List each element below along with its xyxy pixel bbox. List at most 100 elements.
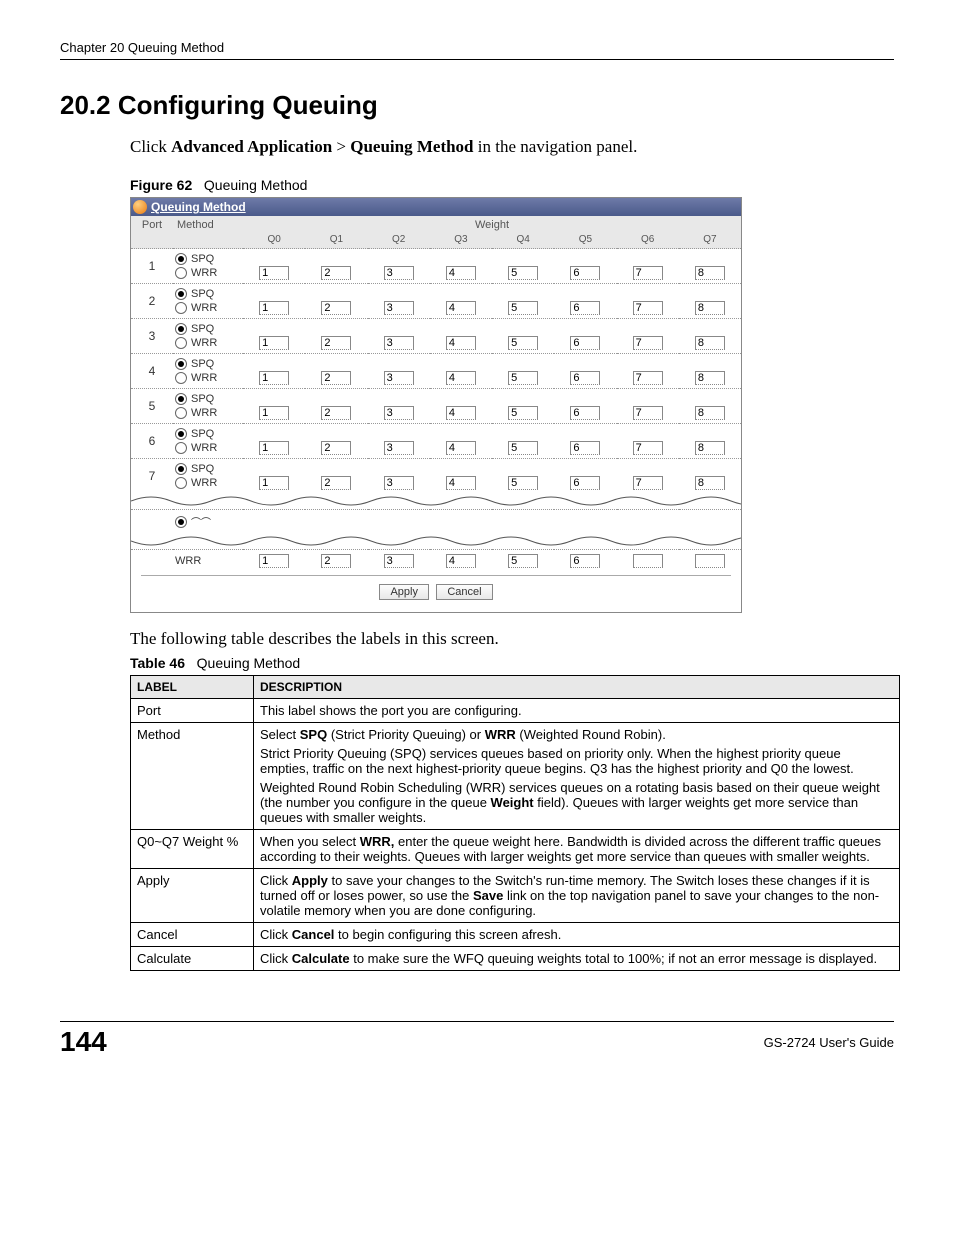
weight-input[interactable]	[695, 336, 725, 350]
weight-input[interactable]	[259, 406, 289, 420]
weight-cell	[554, 459, 616, 494]
weight-input[interactable]	[446, 476, 476, 490]
weight-input[interactable]	[446, 554, 476, 568]
radio-wrr[interactable]	[175, 442, 187, 454]
weight-input[interactable]	[384, 371, 414, 385]
weight-input[interactable]	[695, 441, 725, 455]
radio-spq[interactable]	[175, 516, 187, 528]
weight-input[interactable]	[446, 371, 476, 385]
weight-input[interactable]	[695, 266, 725, 280]
weight-input[interactable]	[259, 266, 289, 280]
weight-input[interactable]	[633, 266, 663, 280]
apply-button[interactable]: Apply	[379, 584, 429, 600]
spq-label: SPQ	[191, 393, 214, 405]
weight-input[interactable]	[570, 301, 600, 315]
desc-paragraph: Click Cancel to begin configuring this s…	[260, 927, 893, 942]
weight-input[interactable]	[321, 441, 351, 455]
weight-input[interactable]	[384, 336, 414, 350]
col-desc-head: DESCRIPTION	[254, 676, 900, 699]
weight-input[interactable]	[633, 406, 663, 420]
weight-cell	[492, 424, 554, 459]
weight-input[interactable]	[508, 554, 538, 568]
weight-cell	[554, 354, 616, 389]
radio-spq[interactable]	[175, 323, 187, 335]
radio-wrr[interactable]	[175, 407, 187, 419]
weight-input[interactable]	[570, 476, 600, 490]
desc-paragraph: This label shows the port you are config…	[260, 703, 893, 718]
desc-cell: This label shows the port you are config…	[254, 699, 900, 723]
weight-input[interactable]	[570, 266, 600, 280]
torn-spq-fragment: ⌒⌒	[191, 514, 211, 529]
spq-label: SPQ	[191, 288, 214, 300]
radio-wrr[interactable]	[175, 477, 187, 489]
weight-input[interactable]	[259, 441, 289, 455]
weight-input[interactable]	[633, 441, 663, 455]
radio-spq[interactable]	[175, 253, 187, 265]
weight-input[interactable]	[321, 266, 351, 280]
weight-input[interactable]	[259, 554, 289, 568]
weight-input[interactable]	[384, 476, 414, 490]
weight-input[interactable]	[633, 336, 663, 350]
table-row: CalculateClick Calculate to make sure th…	[131, 947, 900, 971]
weight-cell	[430, 354, 492, 389]
radio-spq[interactable]	[175, 428, 187, 440]
radio-spq[interactable]	[175, 463, 187, 475]
weight-input[interactable]	[570, 406, 600, 420]
spq-label: SPQ	[191, 323, 214, 335]
weight-input[interactable]	[446, 406, 476, 420]
weight-input[interactable]	[633, 554, 663, 568]
weight-input[interactable]	[321, 336, 351, 350]
weight-input[interactable]	[633, 476, 663, 490]
weight-input[interactable]	[695, 406, 725, 420]
radio-wrr[interactable]	[175, 337, 187, 349]
radio-wrr[interactable]	[175, 267, 187, 279]
weight-input[interactable]	[446, 301, 476, 315]
weight-input[interactable]	[321, 476, 351, 490]
weight-input[interactable]	[446, 441, 476, 455]
weight-input[interactable]	[508, 371, 538, 385]
weight-input[interactable]	[321, 301, 351, 315]
weight-input[interactable]	[570, 371, 600, 385]
weight-input[interactable]	[695, 476, 725, 490]
weight-input[interactable]	[508, 476, 538, 490]
weight-input[interactable]	[446, 336, 476, 350]
weight-input[interactable]	[321, 554, 351, 568]
table-header-row: Port Method Weight	[131, 216, 741, 234]
weight-input[interactable]	[384, 554, 414, 568]
desc-paragraph: Strict Priority Queuing (SPQ) services q…	[260, 746, 893, 776]
weight-input[interactable]	[695, 554, 725, 568]
weight-input[interactable]	[570, 554, 600, 568]
radio-spq[interactable]	[175, 288, 187, 300]
weight-input[interactable]	[384, 441, 414, 455]
weight-input[interactable]	[321, 406, 351, 420]
weight-input[interactable]	[446, 266, 476, 280]
weight-input[interactable]	[633, 301, 663, 315]
col-method: Method	[173, 216, 243, 234]
weight-input[interactable]	[570, 441, 600, 455]
weight-input[interactable]	[259, 371, 289, 385]
weight-input[interactable]	[508, 406, 538, 420]
weight-input[interactable]	[259, 476, 289, 490]
qlabel: Q3	[430, 234, 492, 249]
weight-input[interactable]	[508, 266, 538, 280]
weight-input[interactable]	[695, 301, 725, 315]
weight-input[interactable]	[321, 371, 351, 385]
weight-input[interactable]	[508, 301, 538, 315]
weight-input[interactable]	[633, 371, 663, 385]
weight-input[interactable]	[570, 336, 600, 350]
weight-input[interactable]	[384, 266, 414, 280]
radio-spq[interactable]	[175, 358, 187, 370]
wrr-label: WRR	[191, 407, 217, 419]
weight-input[interactable]	[384, 406, 414, 420]
weight-input[interactable]	[695, 371, 725, 385]
radio-spq[interactable]	[175, 393, 187, 405]
radio-wrr[interactable]	[175, 302, 187, 314]
q-labels-row: Q0 Q1 Q2 Q3 Q4 Q5 Q6 Q7	[131, 234, 741, 249]
weight-input[interactable]	[384, 301, 414, 315]
radio-wrr[interactable]	[175, 372, 187, 384]
cancel-button[interactable]: Cancel	[436, 584, 492, 600]
weight-input[interactable]	[508, 336, 538, 350]
weight-input[interactable]	[508, 441, 538, 455]
weight-input[interactable]	[259, 336, 289, 350]
weight-input[interactable]	[259, 301, 289, 315]
